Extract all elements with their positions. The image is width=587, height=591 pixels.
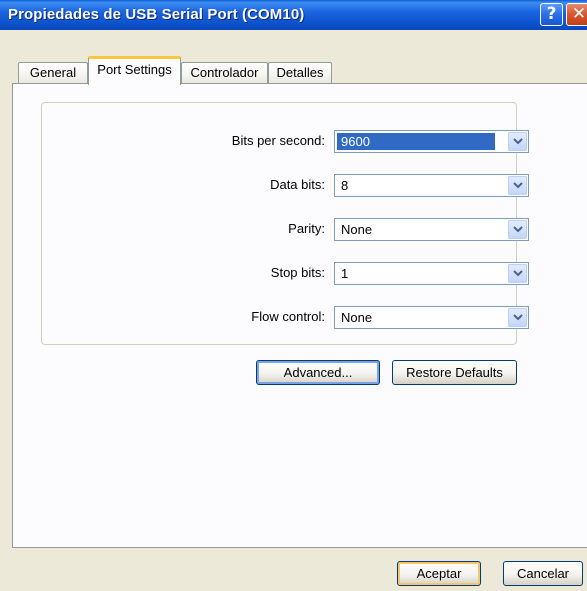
bits-per-second-value: 9600 <box>337 133 495 150</box>
close-icon: ✕ <box>571 4 587 24</box>
cancel-button[interactable]: Cancelar <box>503 561 583 586</box>
data-bits-value: 8 <box>341 178 349 193</box>
flow-control-select[interactable]: None <box>334 306 529 329</box>
tab-port-settings[interactable]: Port Settings <box>88 56 181 85</box>
bits-per-second-label: Bits per second: <box>231 133 325 148</box>
accept-button[interactable]: Aceptar <box>397 561 481 586</box>
data-bits-select[interactable]: 8 <box>334 174 529 197</box>
window-title: Propiedades de USB Serial Port (COM10) <box>8 6 305 23</box>
tab-detalles[interactable]: Detalles <box>268 62 332 84</box>
chevron-down-icon[interactable] <box>508 264 527 283</box>
stop-bits-select[interactable]: 1 <box>334 262 529 285</box>
tab-general[interactable]: General <box>18 62 88 84</box>
parity-label: Parity: <box>288 221 325 236</box>
help-button[interactable]: ? <box>540 3 563 26</box>
stop-bits-value: 1 <box>341 266 349 281</box>
tab-controlador[interactable]: Controlador <box>181 62 268 84</box>
chevron-down-icon[interactable] <box>508 176 527 195</box>
port-settings-panel: Bits per second: 9600 Data bits: 8 Parit… <box>12 83 587 548</box>
help-icon: ? <box>546 4 557 24</box>
parity-select[interactable]: None <box>334 218 529 241</box>
settings-group: Bits per second: 9600 Data bits: 8 Parit… <box>41 102 529 345</box>
advanced-button[interactable]: Advanced... <box>256 360 380 385</box>
properties-dialog: Propiedades de USB Serial Port (COM10) ?… <box>0 0 587 591</box>
flow-control-value: None <box>341 310 373 325</box>
title-bar[interactable]: Propiedades de USB Serial Port (COM10) ?… <box>0 0 587 30</box>
parity-value: None <box>341 222 373 237</box>
bits-per-second-select[interactable]: 9600 <box>334 130 529 153</box>
close-button[interactable]: ✕ <box>566 3 587 26</box>
data-bits-label: Data bits: <box>270 177 325 192</box>
chevron-down-icon[interactable] <box>508 220 527 239</box>
flow-control-label: Flow control: <box>251 309 325 324</box>
chevron-down-icon[interactable] <box>508 132 527 151</box>
chevron-down-icon[interactable] <box>508 308 527 327</box>
restore-defaults-button[interactable]: Restore Defaults <box>392 360 517 385</box>
stop-bits-label: Stop bits: <box>270 265 325 280</box>
